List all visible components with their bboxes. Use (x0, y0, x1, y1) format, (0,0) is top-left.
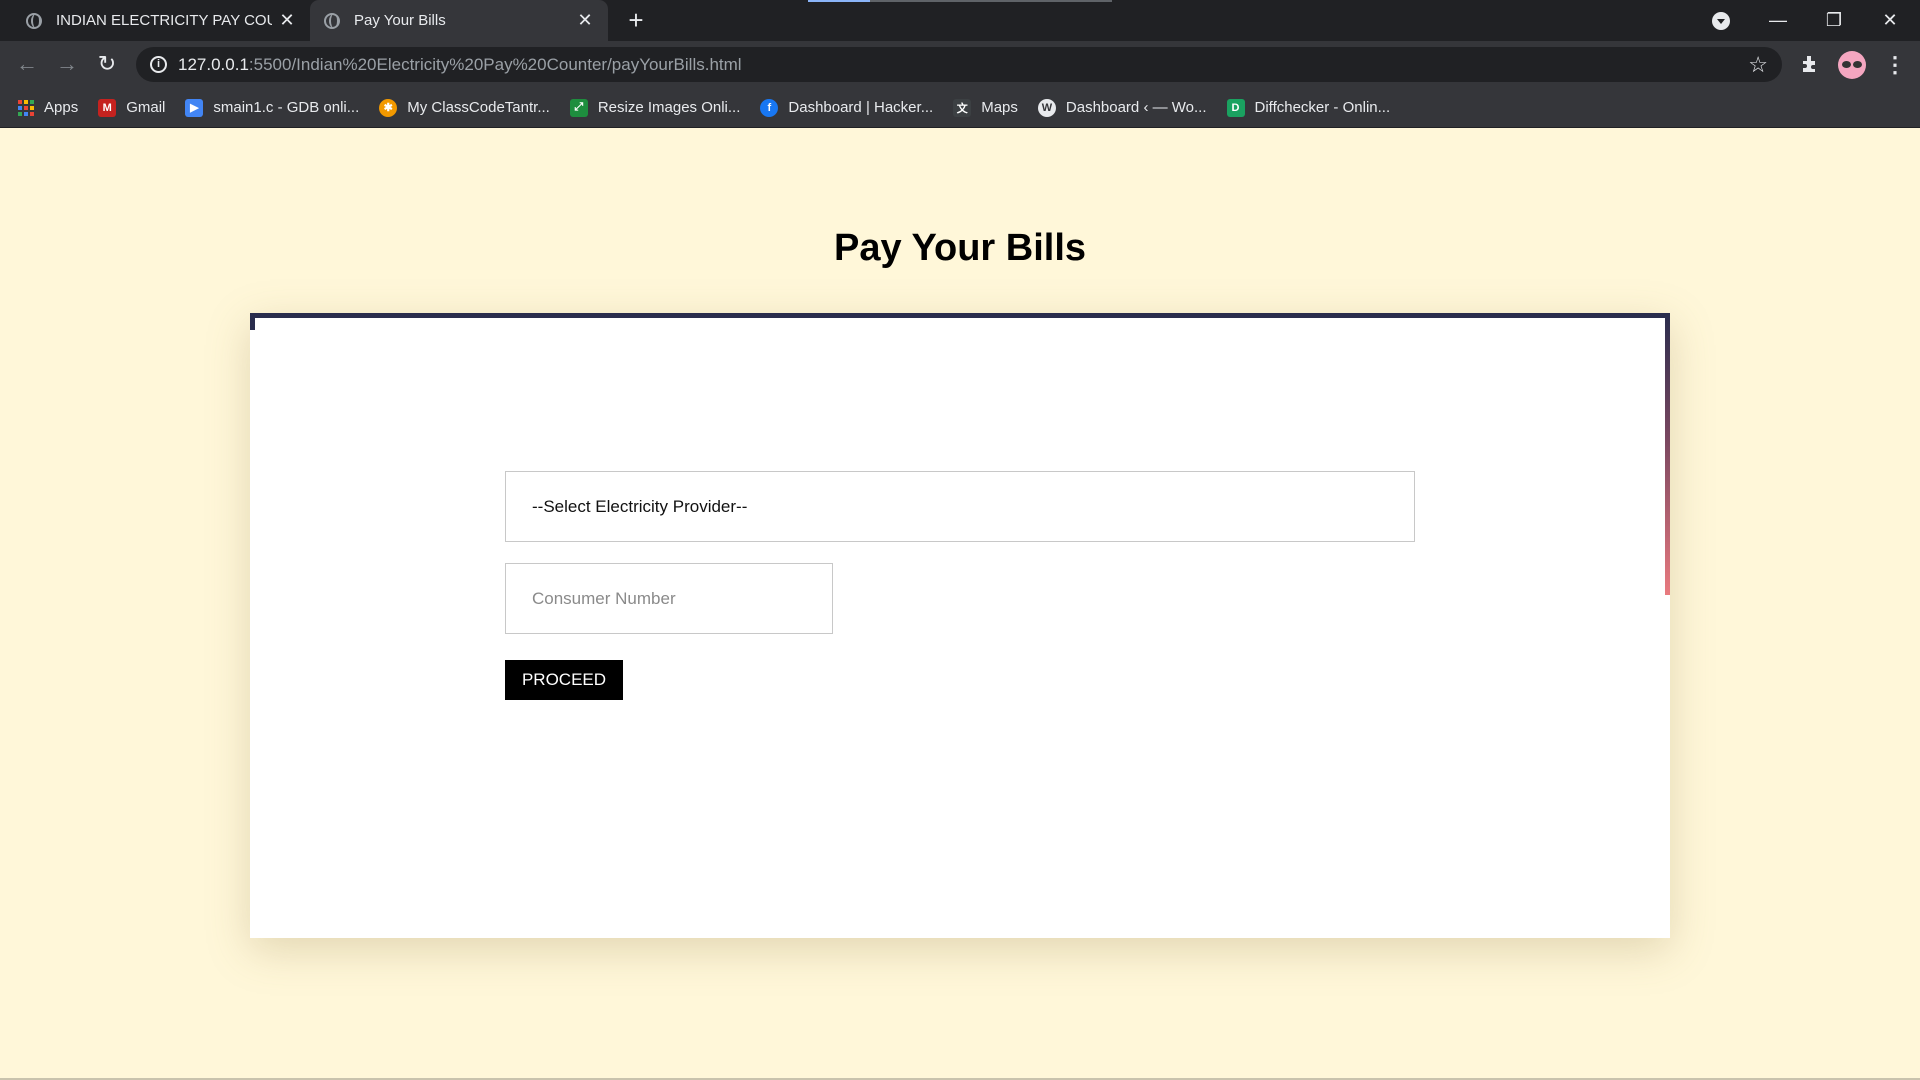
bill-form-card: --Select Electricity Provider-- PROCEED (250, 313, 1670, 938)
tab-title: INDIAN ELECTRICITY PAY COUNTER (56, 12, 272, 29)
globe-icon (324, 12, 340, 29)
bookmark-hackerrank[interactable]: f Dashboard | Hacker... (760, 98, 934, 117)
extensions-puzzle-icon[interactable] (1800, 54, 1820, 74)
bookmark-label: Dashboard | Hacker... (788, 99, 934, 116)
bookmark-label: Dashboard ‹ — Wo... (1065, 99, 1207, 116)
page-viewport: Pay Your Bills --Select Electricity Prov… (0, 129, 1920, 1078)
bookmark-apps[interactable]: Apps (18, 99, 78, 116)
apps-grid-icon (18, 99, 34, 116)
profile-avatar[interactable] (1838, 51, 1866, 79)
globe-icon (26, 12, 42, 29)
bookmark-label: Gmail (126, 99, 166, 116)
tab-pay-your-bills[interactable]: Pay Your Bills ✕ (310, 0, 608, 41)
close-tab-icon[interactable]: ✕ (272, 10, 302, 31)
tab-strip-indicator (808, 0, 870, 2)
new-tab-button[interactable]: + (622, 6, 650, 34)
bookmark-label: Apps (44, 99, 79, 116)
bookmark-gmail[interactable]: M Gmail (98, 98, 166, 117)
resize-icon: ⤢ (569, 98, 588, 117)
url-text[interactable]: 127.0.0.1:5500/Indian%20Electricity%20Pa… (178, 55, 742, 75)
tab-strip-indicator (870, 0, 1112, 2)
gmail-icon: M (98, 98, 117, 117)
wordpress-icon: W (1037, 98, 1056, 117)
card-right-gradient-border (1665, 313, 1670, 595)
tab-indian-electricity[interactable]: INDIAN ELECTRICITY PAY COUNTER ✕ (0, 0, 310, 41)
bookmark-maps[interactable]: 文 Maps (953, 98, 1018, 117)
consumer-number-input[interactable] (505, 563, 833, 634)
browser-menu-icon[interactable]: ⋮ (1884, 50, 1906, 80)
card-top-border (250, 313, 1670, 318)
bookmark-label: My ClassCodeTantr... (407, 99, 550, 116)
close-tab-icon[interactable]: ✕ (570, 10, 600, 31)
bookmark-classcode[interactable]: ✱ My ClassCodeTantr... (379, 98, 550, 117)
gdb-icon: ▶ (185, 98, 204, 117)
proceed-button[interactable]: PROCEED (505, 660, 623, 700)
electricity-provider-select[interactable]: --Select Electricity Provider-- (505, 471, 1415, 542)
facebook-icon: f (760, 98, 779, 117)
bookmark-label: Maps (981, 99, 1018, 116)
bookmark-wordpress[interactable]: W Dashboard ‹ — Wo... (1037, 98, 1207, 117)
bookmark-label: Diffchecker - Onlin... (1254, 99, 1391, 116)
site-info-icon[interactable]: i (150, 56, 167, 73)
browser-titlebar: INDIAN ELECTRICITY PAY COUNTER ✕ Pay You… (0, 0, 1920, 41)
bookmark-gdb[interactable]: ▶ smain1.c - GDB onli... (185, 98, 360, 117)
browser-toolbar: ← → ↻ i 127.0.0.1:5500/Indian%20Electric… (0, 41, 1920, 88)
address-bar[interactable]: i 127.0.0.1:5500/Indian%20Electricity%20… (136, 47, 1782, 82)
classcode-icon: ✱ (379, 98, 398, 117)
url-host: 127.0.0.1 (178, 55, 249, 74)
tab-title: Pay Your Bills (354, 12, 446, 29)
card-left-accent (250, 313, 255, 330)
url-path: :5500/Indian%20Electricity%20Pay%20Count… (248, 55, 742, 74)
minimize-button[interactable]: — (1750, 0, 1806, 41)
bookmark-diffchecker[interactable]: D Diffchecker - Onlin... (1226, 98, 1391, 117)
forward-arrow-icon[interactable]: → (52, 49, 82, 79)
page-title: Pay Your Bills (833, 227, 1087, 269)
tab-search-icon[interactable] (1712, 12, 1730, 30)
restore-button[interactable]: ❐ (1806, 0, 1862, 41)
maps-icon: 文 (953, 98, 972, 117)
bookmarks-bar: Apps M Gmail ▶ smain1.c - GDB onli... ✱ … (0, 88, 1920, 128)
bookmark-resize-images[interactable]: ⤢ Resize Images Onli... (569, 98, 741, 117)
bookmark-label: Resize Images Onli... (597, 99, 741, 116)
reload-icon[interactable]: ↻ (92, 49, 122, 79)
close-window-button[interactable]: ✕ (1862, 0, 1918, 41)
back-arrow-icon[interactable]: ← (12, 49, 42, 79)
bookmark-label: smain1.c - GDB onli... (213, 99, 360, 116)
diffchecker-icon: D (1226, 98, 1245, 117)
bookmark-star-icon[interactable]: ☆ (1748, 52, 1768, 78)
